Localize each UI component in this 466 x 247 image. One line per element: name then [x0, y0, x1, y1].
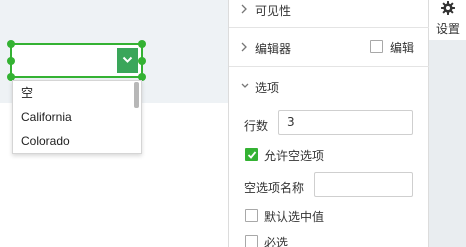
settings-tab[interactable]: 设置: [429, 0, 466, 40]
chevron-right-icon: [241, 4, 247, 14]
divider: [229, 27, 429, 28]
section-options-label: 选项: [255, 81, 280, 95]
gear-icon: [441, 1, 455, 15]
design-canvas[interactable]: 空 California Colorado: [0, 0, 228, 247]
rows-input[interactable]: 3: [278, 110, 413, 135]
combobox-value[interactable]: [15, 48, 116, 73]
checkmark-icon: [247, 151, 257, 159]
divider: [229, 66, 429, 67]
right-sidebar: 设置: [429, 0, 466, 247]
rows-label: 行数: [244, 119, 269, 133]
resize-handle-middle-right[interactable]: [138, 57, 146, 65]
resize-handle-middle-left[interactable]: [7, 57, 15, 65]
allow-empty-label: 允许空选项: [264, 149, 325, 163]
default-select-label: 默认选中值: [264, 210, 325, 224]
combobox-widget[interactable]: [7, 40, 146, 81]
default-select-checkbox[interactable]: [245, 209, 258, 222]
settings-tab-label: 设置: [436, 22, 461, 36]
dropdown-option[interactable]: 空: [13, 81, 141, 105]
chevron-right-icon: [241, 42, 247, 52]
chevron-down-icon: [122, 56, 133, 63]
combobox-arrow-button[interactable]: [117, 48, 138, 73]
section-visibility-label: 可见性: [255, 4, 292, 18]
dropdown-option[interactable]: Colorado: [13, 129, 141, 153]
editor-checkbox-label: 编辑: [390, 41, 415, 55]
dropdown-list[interactable]: 空 California Colorado: [12, 80, 142, 154]
empty-name-label: 空选项名称: [244, 181, 305, 195]
dropdown-scrollbar[interactable]: [134, 82, 139, 108]
properties-panel: 可见性 编辑器 编辑 选项 行数 3 允许空选项 空选项名称 默认选中值 必选: [228, 0, 429, 247]
chevron-down-icon: [241, 83, 249, 88]
required-label: 必选: [264, 236, 289, 247]
empty-name-input[interactable]: [314, 172, 413, 197]
required-checkbox[interactable]: [245, 235, 258, 247]
dropdown-option[interactable]: California: [13, 105, 141, 129]
section-options-header[interactable]: 选项: [229, 77, 429, 97]
section-editor-label: 编辑器: [255, 42, 292, 56]
resize-handle-top-left[interactable]: [7, 40, 15, 48]
section-visibility-header[interactable]: 可见性: [229, 0, 429, 20]
editor-checkbox[interactable]: [370, 40, 383, 53]
allow-empty-checkbox[interactable]: [245, 148, 258, 161]
resize-handle-top-right[interactable]: [138, 40, 146, 48]
